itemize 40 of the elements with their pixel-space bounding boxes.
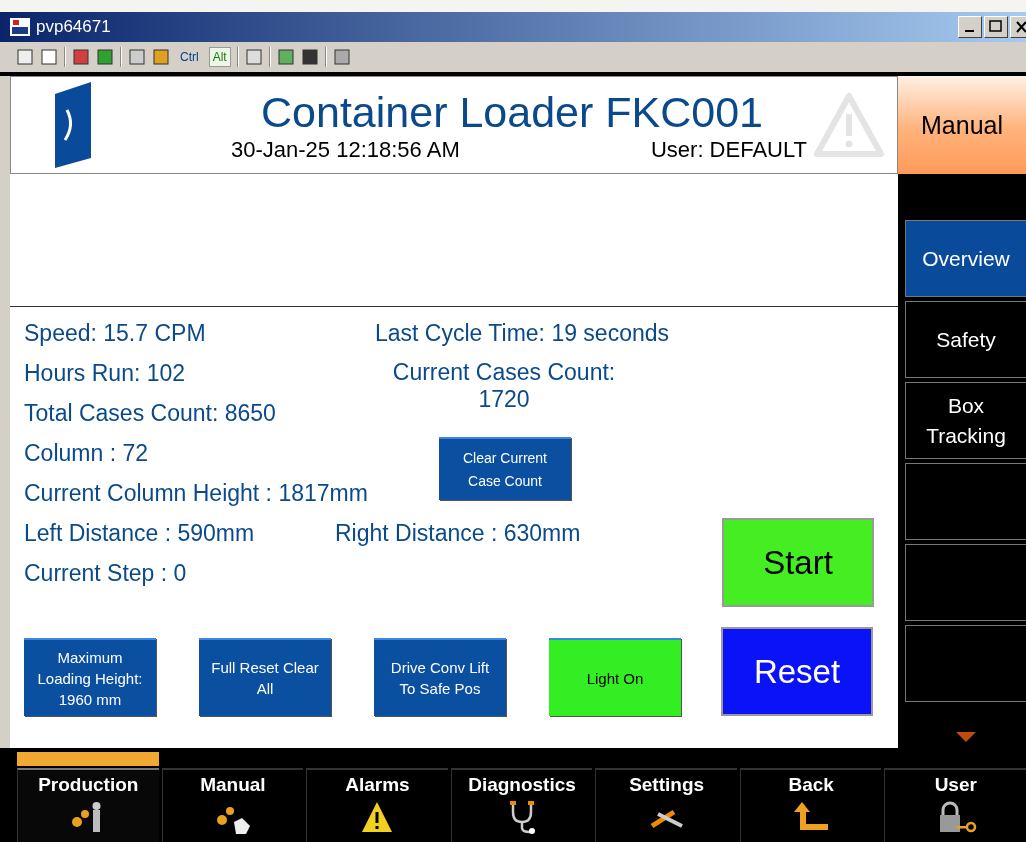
nav-tab[interactable]: User (884, 768, 1026, 842)
action-button[interactable]: Full Reset Clear All (199, 638, 331, 716)
hours-run: Hours Run: 102 (24, 359, 186, 387)
screen-title: Container Loader FKC001 (260, 87, 764, 137)
scroll-down-icon[interactable] (955, 732, 976, 742)
sidebar-item[interactable]: Overview (905, 220, 1026, 297)
warning-icon (811, 90, 887, 160)
maximize-icon[interactable] (984, 16, 1008, 38)
app-icon (10, 18, 30, 36)
nav-tab[interactable]: Production (17, 768, 159, 842)
alt-key[interactable]: Alt (208, 47, 231, 67)
reset-button[interactable]: Reset (721, 627, 873, 716)
action-button[interactable]: Maximum Loading Height: 1960 mm (24, 638, 156, 716)
date-time: 30-Jan-25 12:18:56 AM (231, 136, 460, 163)
left-distance: Left Distance : 590mm (24, 519, 255, 547)
sidebar-item[interactable]: Safety (905, 301, 1026, 378)
nav-tab[interactable]: Alarms (306, 768, 448, 842)
sidebar-item[interactable]: Box Tracking (905, 382, 1026, 459)
current-cases-value: 1720 (478, 386, 530, 413)
total-cases-count: Total Cases Count: 8650 (24, 399, 276, 427)
current-step: Current Step : 0 (24, 559, 187, 587)
minimize-icon[interactable] (958, 16, 982, 38)
nav-tab[interactable]: Settings (595, 768, 737, 842)
mode-indicator: Manual (898, 76, 1026, 174)
current-cases-label: Current Cases Count: (392, 359, 616, 386)
start-button[interactable]: Start (722, 518, 874, 607)
nav-tab[interactable]: Diagnostics (450, 768, 593, 842)
speed-value: Speed: 15.7 CPM (24, 319, 206, 347)
action-button[interactable]: Light On (549, 638, 681, 716)
action-button[interactable]: Drive Conv Lift To Safe Pos (374, 638, 506, 716)
right-distance: Right Distance : 630mm (335, 519, 581, 547)
user-label: User: DEFAULT (650, 136, 807, 163)
last-cycle-time: Last Cycle Time: 19 seconds (374, 319, 670, 347)
column-value: Column : 72 (24, 439, 148, 467)
clear-count-button[interactable]: Clear Current Case Count (439, 437, 571, 500)
column-height: Current Column Height : 1817mm (24, 479, 368, 507)
ctrl-key[interactable]: Ctrl (176, 47, 203, 67)
nav-tab[interactable]: Manual (161, 768, 304, 842)
window-title: pvp64671 (36, 17, 111, 37)
nav-tab[interactable]: Back (739, 768, 882, 842)
